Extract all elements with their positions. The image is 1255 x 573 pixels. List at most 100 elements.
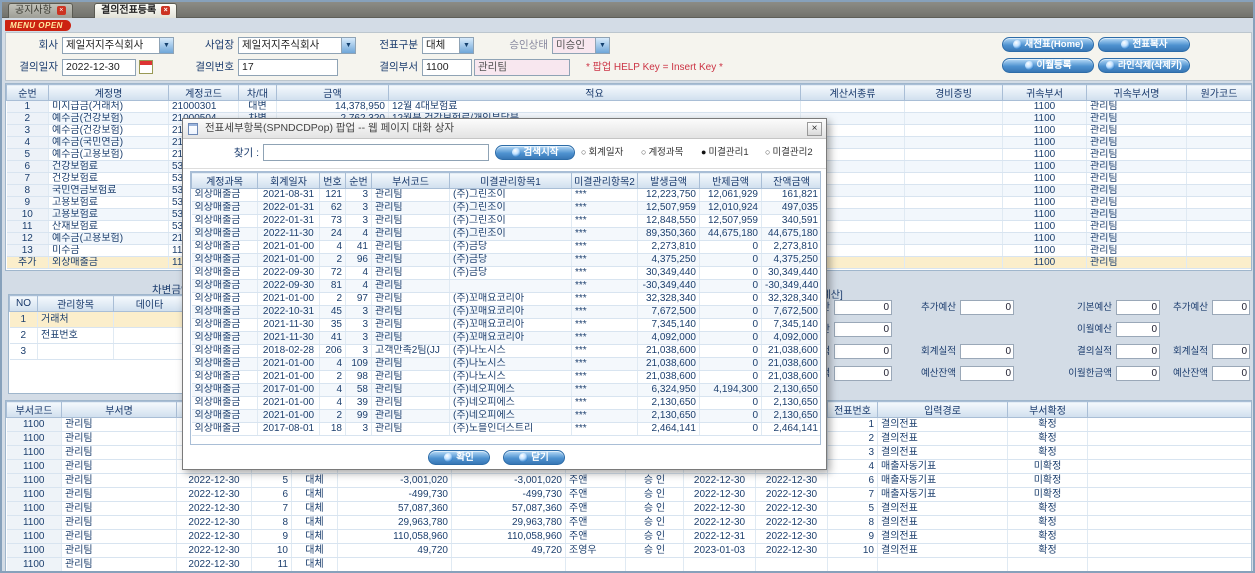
company-select[interactable]: 제일저지주식회사 ▼ [62,37,174,54]
table-row[interactable]: 외상매출금 2022-11-30 24 4 관리팀 (주)그린조이 *** 89,350,36… [191,227,820,241]
budget-value[interactable]: 0 [960,300,1014,315]
cell: 외상매출금 [191,409,258,423]
table-row[interactable]: 외상매출금 2021-01-00 2 96 관리팀 (주)금당 *** 4,375,250 0 4… [191,253,820,267]
cell: 관리팀 [371,227,450,241]
approve-select[interactable]: 미승인 ▼ [552,37,610,54]
cell: 0 [699,396,762,410]
table-row[interactable]: 1100 관리팀 2022-12-30 6 대체 -499,730 -499,730 주앤 승 … [6,487,1251,502]
search-button[interactable]: 검색시작 [495,145,575,160]
cell [827,557,878,571]
ok-button[interactable]: 확인 [428,450,490,465]
menu-open-button[interactable]: MENU OPEN [5,20,71,31]
cell: 12,010,924 [699,201,762,215]
cell: 4 [345,279,372,293]
table-row[interactable]: 1100 관리팀 2022-12-30 10 대체 49,720 49,720 조영우 승 인2… [6,543,1251,558]
cell: 외상매출금 [191,279,258,293]
table-row[interactable]: 외상매출금 2021-01-00 4 109 관리팀 (주)나노시스 *** 21,038,6… [191,357,820,371]
close-icon[interactable]: × [161,6,171,15]
new-slip-button[interactable]: 새전표(Home) [1002,37,1094,52]
table-row[interactable]: 외상매출금 2022-09-30 72 4 관리팀 (주)금당 *** 30,349,440 0… [191,266,820,280]
close-icon[interactable]: × [56,6,66,15]
chevron-down-icon[interactable]: ▼ [341,38,355,53]
budget-value[interactable]: 0 [834,300,892,315]
table-row[interactable]: 외상매출금 2022-10-31 45 3 관리팀 (주)꼬매요코리아 *** 7,672,5… [191,305,820,319]
tab-bar: 공지사항 × 결의전표등록 × [2,2,1253,18]
radio-acct-date[interactable]: 회계일자 [581,144,623,161]
table-row[interactable]: 외상매출금 2022-01-31 73 3 관리팀 (주)그린조이 *** 12,848,55… [191,214,820,228]
delete-line-button[interactable]: 라인삭제(삭제키) [1098,58,1190,73]
budget-value[interactable]: 0 [1212,366,1250,381]
table-row[interactable]: 외상매출금 2021-01-00 4 41 관리팀 (주)금당 *** 2,273,810 0 2… [191,240,820,254]
table-row[interactable]: 외상매출금 2017-01-00 4 58 관리팀 (주)네오피에스 *** 6,324,95… [191,383,820,397]
table-row[interactable]: 외상매출금 2021-01-00 2 97 관리팀 (주)꼬매요코리아 *** 32,328,… [191,292,820,306]
cell: 497,035 [761,201,820,215]
find-input[interactable] [263,144,489,161]
cell: 2023-01-03 [683,543,756,558]
cell: 13 [6,244,49,257]
cell: (주)꼬매요코리아 [449,292,572,306]
chevron-down-icon[interactable]: ▼ [159,38,173,53]
cell: 21,038,600 [761,357,820,371]
budget-value[interactable]: 0 [1116,366,1160,381]
table-row[interactable]: 1100 관리팀 2022-12-30 8 대체 29,963,780 29,963,780… [6,515,1251,530]
table-row[interactable]: 1100 관리팀 2022-12-30 11 대체 [6,557,1251,571]
table-row[interactable]: 3 [9,343,185,360]
close-button[interactable]: × [807,122,822,136]
cell: 12,848,550 [637,214,700,228]
company-label: 회사 [38,39,58,51]
radio-account[interactable]: 계정과목 [641,144,683,161]
budget-value[interactable]: 0 [1212,344,1250,359]
table-row[interactable]: 1 거래처 [9,311,185,328]
budget-value[interactable]: 0 [834,366,892,381]
dept-code-input[interactable]: 1100 [422,59,472,76]
date-input[interactable]: 2022-12-30 [62,59,136,76]
table-row[interactable]: 1100 관리팀 2022-12-30 9 대체 110,058,960 110,058,9… [6,529,1251,544]
table-row[interactable]: 외상매출금 2022-09-30 81 4 관리팀 *** -30,349,440 0 -30,… [191,279,820,293]
cell: 2021-01-00 [257,240,320,254]
budget-value[interactable]: 0 [1116,344,1160,359]
table-row[interactable]: 외상매출금 2022-01-31 62 3 관리팀 (주)그린조이 *** 12,507,95… [191,201,820,215]
chevron-down-icon[interactable]: ▼ [595,38,609,53]
cell: 관리팀 [371,214,450,228]
table-row[interactable]: 외상매출금 2021-11-30 35 3 관리팀 (주)꼬매요코리아 *** 7,345,1… [191,318,820,332]
budget-value[interactable]: 0 [1212,300,1250,315]
cell [449,279,572,293]
table-row[interactable]: 1100 관리팀 2022-12-30 7 대체 57,087,360 57,087,360… [6,501,1251,516]
budget-value[interactable]: 0 [1116,300,1160,315]
budget-value[interactable]: 0 [960,344,1014,359]
radio-open-item2[interactable]: 미결관리2 [765,144,813,161]
cell: 승 인 [625,515,684,530]
close-dialog-button[interactable]: 닫기 [503,450,565,465]
budget-value[interactable]: 0 [834,344,892,359]
tab-notice[interactable]: 공지사항 × [8,3,73,18]
table-row[interactable]: 외상매출금 2021-01-00 2 98 관리팀 (주)나노시스 *** 21,038,60… [191,370,820,384]
table-row[interactable]: 1100 관리팀 2022-12-30 5 대체 -3,001,020 -3,001,020… [6,473,1251,488]
budget-value[interactable]: 0 [960,366,1014,381]
table-row[interactable]: 외상매출금 2021-01-00 2 99 관리팀 (주)네오피에스 *** 2,130,65… [191,409,820,423]
table-row[interactable]: 외상매출금 2021-01-00 4 39 관리팀 (주)네오피에스 *** 2,130,65… [191,396,820,410]
carry-over-button[interactable]: 이월등록 [1002,58,1094,73]
table-row[interactable]: 외상매출금 2021-11-30 41 3 관리팀 (주)꼬매요코리아 *** 4,092,0… [191,331,820,345]
tab-slip-entry[interactable]: 결의전표등록 × [94,3,178,18]
cell: *** [571,383,638,397]
site-select[interactable]: 제일저지주식회사 ▼ [238,37,356,54]
budget-value[interactable]: 0 [1116,322,1160,337]
cell: -30,349,440 [761,279,820,293]
table-row[interactable]: 2 전표번호 [9,327,185,344]
radio-open-item1[interactable]: 미결관리1 [701,144,749,161]
cell: 3 [6,124,49,137]
cell: 2022-12-30 [176,543,252,558]
calendar-icon[interactable] [139,60,153,74]
radio-label: 미결관리2 [772,147,813,158]
budget-value[interactable]: 0 [834,322,892,337]
table-row[interactable]: 외상매출금 2017-08-01 18 3 관리팀 (주)노블인더스트리 *** 2,464,… [191,422,820,436]
copy-slip-button[interactable]: 전표복사 [1098,37,1190,52]
cell: 고용보험료 [48,208,169,221]
table-row[interactable]: 1 미지급금(거래처) 21000301 대변 14,378,950 12월 4대보험료 1… [6,100,1251,113]
cell: 1100 [6,529,62,544]
chevron-down-icon[interactable]: ▼ [459,38,473,53]
table-row[interactable]: 외상매출금 2021-08-31 121 3 관리팀 (주)그린조이 *** 12,223,7… [191,188,820,202]
table-row[interactable]: 외상매출금 2018-02-28 206 3 고객만족2팀(JJ (주)나노시스 *** 21… [191,344,820,358]
slip-type-select[interactable]: 대체 ▼ [422,37,474,54]
slip-no-input[interactable]: 17 [238,59,338,76]
